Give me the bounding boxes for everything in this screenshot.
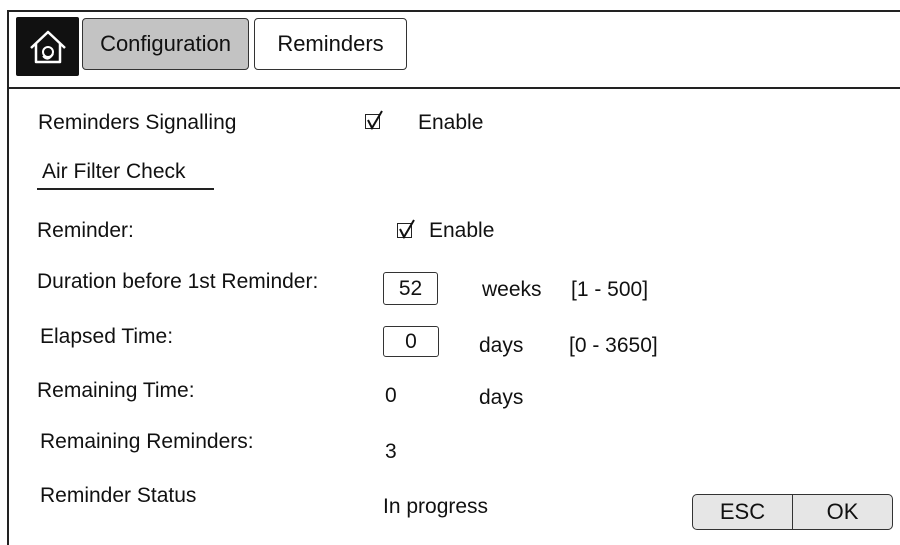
- elapsed-input[interactable]: 0: [383, 326, 439, 357]
- reminder-enable-label: Enable: [429, 219, 495, 242]
- elapsed-range: [0 - 3650]: [569, 334, 658, 357]
- duration-unit: weeks: [482, 278, 542, 301]
- remaining-time-label: Remaining Time:: [37, 379, 195, 402]
- remaining-reminders-value: 3: [385, 440, 397, 463]
- elapsed-label: Elapsed Time:: [40, 325, 174, 348]
- remaining-time-unit: days: [479, 386, 524, 409]
- header-divider: [9, 87, 900, 89]
- section-underline: [37, 188, 214, 190]
- ok-button[interactable]: OK: [793, 495, 892, 529]
- duration-input[interactable]: 52: [383, 272, 438, 305]
- tab-configuration[interactable]: Configuration: [82, 18, 249, 70]
- signalling-checkbox[interactable]: [365, 110, 383, 131]
- duration-range: [1 - 500]: [571, 278, 649, 301]
- section-title: Air Filter Check: [42, 160, 186, 183]
- tab-reminders[interactable]: Reminders: [254, 18, 407, 70]
- elapsed-unit: days: [479, 334, 524, 357]
- checkmark-icon: [399, 219, 415, 240]
- reminder-label: Reminder:: [37, 219, 134, 242]
- reminder-checkbox[interactable]: [397, 219, 415, 240]
- status-label: Reminder Status: [40, 484, 197, 507]
- home-icon: [29, 30, 66, 63]
- action-buttons: ESC OK: [692, 494, 893, 530]
- esc-button[interactable]: ESC: [693, 495, 792, 529]
- home-button[interactable]: [16, 17, 79, 76]
- signalling-label: Reminders Signalling: [38, 111, 237, 134]
- status-value: In progress: [383, 495, 489, 518]
- remaining-reminders-label: Remaining Reminders:: [40, 430, 254, 453]
- duration-label: Duration before 1st Reminder:: [37, 270, 319, 293]
- signalling-enable-label: Enable: [418, 111, 484, 134]
- remaining-time-value: 0: [385, 384, 397, 407]
- checkmark-icon: [367, 110, 383, 131]
